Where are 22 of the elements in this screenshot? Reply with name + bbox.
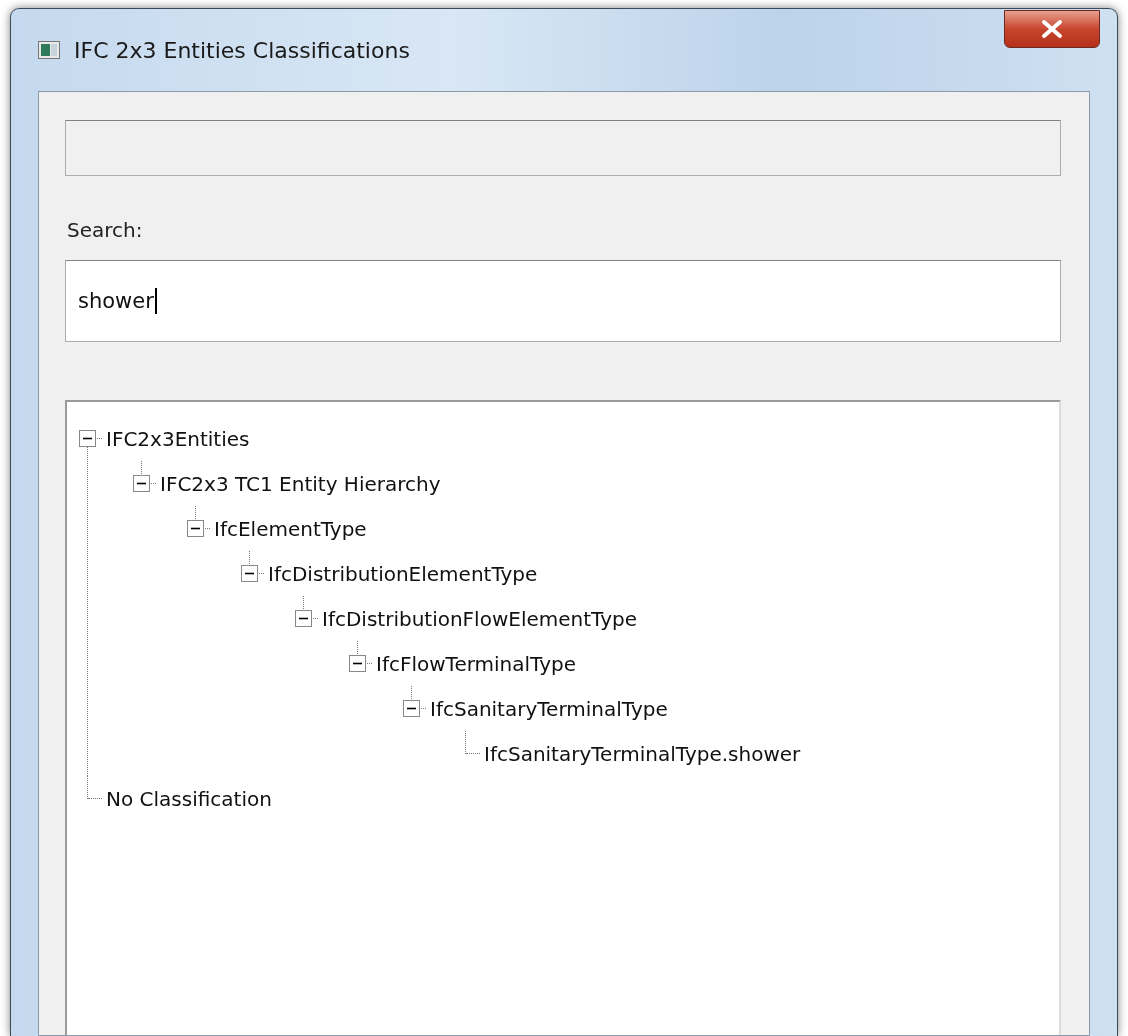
collapse-icon[interactable] bbox=[241, 565, 258, 582]
collapse-icon[interactable] bbox=[295, 610, 312, 627]
collapse-icon[interactable] bbox=[349, 655, 366, 672]
app-icon bbox=[38, 41, 60, 59]
collapse-icon[interactable] bbox=[187, 520, 204, 537]
search-field[interactable]: shower bbox=[65, 260, 1061, 342]
tree-item[interactable]: IfcDistributionElementType bbox=[268, 561, 538, 586]
search-label: Search: bbox=[67, 218, 143, 242]
window-title: IFC 2x3 Entities Classifications bbox=[74, 37, 410, 63]
close-icon bbox=[1040, 19, 1064, 39]
tree-item[interactable]: IfcSanitaryTerminalType bbox=[430, 696, 668, 721]
tree-item[interactable]: IFC2x3 TC1 Entity Hierarchy bbox=[160, 471, 441, 496]
collapse-icon[interactable] bbox=[403, 700, 420, 717]
tree-item[interactable]: IfcFlowTerminalType bbox=[376, 651, 577, 676]
tree-item[interactable]: IFC2x3Entities bbox=[106, 426, 250, 451]
collapse-icon[interactable] bbox=[133, 475, 150, 492]
tree-item[interactable]: IfcElementType bbox=[214, 516, 367, 541]
collapse-icon[interactable] bbox=[79, 430, 96, 447]
close-button[interactable] bbox=[1004, 10, 1100, 48]
tree-item[interactable]: No Classification bbox=[106, 786, 272, 811]
tree-item[interactable]: IfcSanitaryTerminalType.shower bbox=[484, 741, 801, 766]
tree-item[interactable]: IfcDistributionFlowElementType bbox=[322, 606, 637, 631]
